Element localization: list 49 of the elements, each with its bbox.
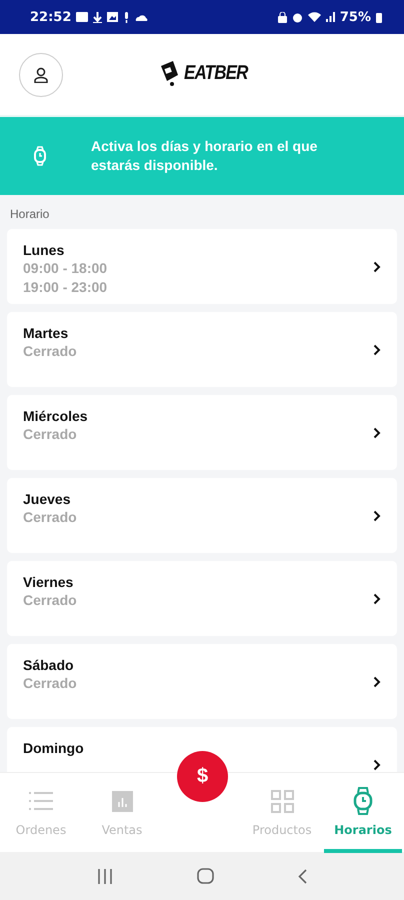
recent-apps-icon[interactable] [97, 868, 113, 884]
chevron-right-icon [373, 759, 381, 771]
day-card[interactable]: Jueves Cerrado [7, 478, 397, 553]
day-name: Jueves [23, 490, 72, 508]
profile-button[interactable] [19, 52, 63, 96]
signal-icon [326, 12, 335, 22]
chevron-right-icon [373, 261, 381, 273]
home-icon[interactable] [197, 868, 214, 884]
hours-text: Cerrado [23, 674, 78, 693]
image-icon [107, 12, 118, 22]
wifi-icon [308, 12, 321, 22]
day-card[interactable]: Lunes 09:00 - 18:00 19:00 - 23:00 [7, 229, 397, 304]
day-card[interactable]: Viernes Cerrado [7, 561, 397, 636]
banner-text: Activa los días y horario en el que estarás disponible. [91, 137, 318, 175]
download-icon [93, 12, 102, 22]
day-name: Martes [23, 324, 70, 342]
clock-time: 22:52 [30, 10, 72, 24]
list-icon [29, 792, 53, 810]
hours-text: Cerrado [23, 342, 78, 361]
hours-text: 19:00 - 23:00 [23, 278, 108, 297]
day-card[interactable]: Miércoles Cerrado [7, 395, 397, 470]
lock-icon [278, 12, 287, 22]
hours-text: Cerrado [23, 591, 78, 610]
chevron-right-icon [373, 344, 381, 356]
hours-text: 09:00 - 18:00 [23, 259, 108, 278]
chevron-right-icon [373, 676, 381, 688]
bar-chart-icon [112, 790, 132, 812]
day-card[interactable]: Sábado Cerrado [7, 644, 397, 719]
cloud-icon [135, 13, 148, 21]
day-name: Miércoles [23, 407, 89, 425]
day-name: Viernes [23, 573, 74, 591]
day-name: Lunes [23, 241, 66, 259]
watch-icon [353, 787, 373, 815]
watch-icon [33, 146, 47, 166]
chevron-right-icon [373, 427, 381, 439]
logo-text: EATBER [184, 62, 248, 84]
day-card[interactable]: Martes Cerrado [7, 312, 397, 387]
hours-text: Cerrado [23, 508, 78, 527]
back-icon[interactable] [298, 868, 307, 884]
battery-percent: 75% [340, 10, 371, 24]
hours-text: Cerrado [23, 425, 78, 444]
battery-icon [376, 12, 382, 22]
chevron-right-icon [373, 510, 381, 522]
day-name: Sábado [23, 656, 75, 674]
grid-icon [270, 790, 294, 812]
chevron-right-icon [373, 593, 381, 605]
section-label: Horario [9, 206, 50, 223]
day-name: Domingo [23, 739, 85, 757]
user-icon [34, 66, 48, 82]
